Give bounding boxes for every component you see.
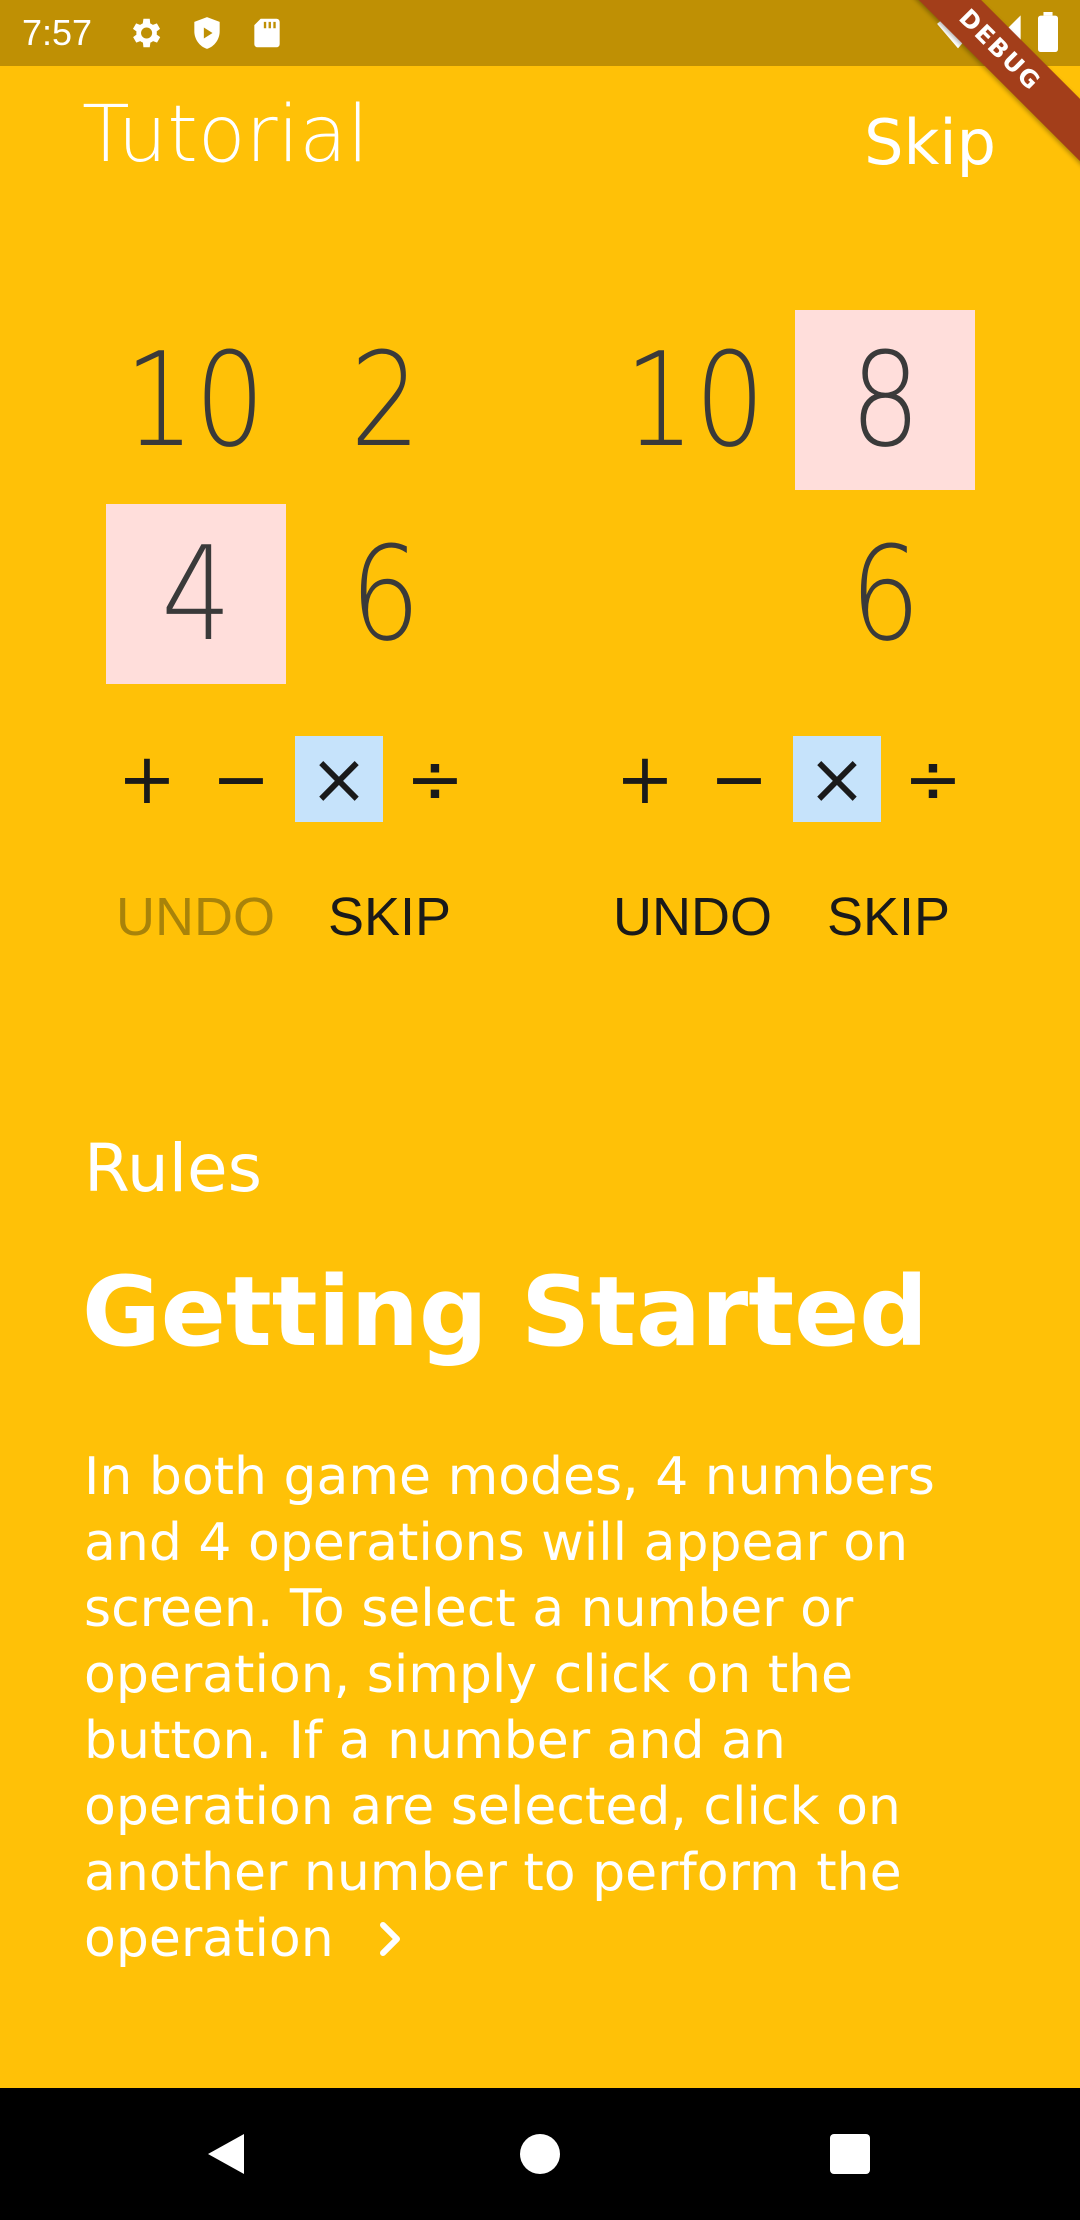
gear-icon	[126, 14, 164, 52]
back-icon[interactable]	[166, 2088, 286, 2220]
undo-button[interactable]: UNDO	[116, 890, 275, 944]
recents-icon[interactable]	[790, 2088, 910, 2220]
number-tile[interactable]: 6	[295, 504, 475, 684]
home-icon[interactable]	[480, 2088, 600, 2220]
divide-button[interactable]: ÷	[391, 736, 479, 822]
sd-card-icon	[248, 14, 286, 52]
page-title: Tutorial	[82, 90, 369, 180]
plus-button[interactable]: +	[601, 736, 689, 822]
divide-button[interactable]: ÷	[889, 736, 977, 822]
shield-play-icon	[188, 14, 226, 52]
minus-button[interactable]: −	[695, 736, 783, 822]
actions-row: UNDO SKIP	[85, 890, 585, 960]
chevron-right-icon[interactable]	[376, 1909, 406, 1975]
number-tile[interactable]: 10	[605, 310, 785, 490]
number-tile-selected[interactable]: 8	[795, 310, 975, 490]
plus-button[interactable]: +	[103, 736, 191, 822]
navigation-bar	[0, 2088, 1080, 2220]
number-tile[interactable]: 10	[105, 310, 285, 490]
undo-button[interactable]: UNDO	[613, 890, 772, 944]
number-tile[interactable]: 6	[795, 504, 975, 684]
rules-heading: Getting Started	[82, 1256, 928, 1368]
operations-row: + − × ÷	[85, 736, 585, 826]
operations-row: + − × ÷	[583, 736, 1080, 826]
skip-button[interactable]: SKIP	[328, 890, 451, 944]
skip-tutorial-button[interactable]: Skip	[864, 112, 996, 174]
demo-panel-right: 10 8 6 + − × ÷ UNDO SKIP	[583, 300, 1080, 980]
multiply-button-selected[interactable]: ×	[793, 736, 881, 822]
rules-body-text: In both game modes, 4 numbers and 4 oper…	[84, 1447, 935, 1969]
minus-button[interactable]: −	[197, 736, 285, 822]
multiply-button-selected[interactable]: ×	[295, 736, 383, 822]
number-tile-selected[interactable]: 4	[106, 504, 286, 684]
actions-row: UNDO SKIP	[583, 890, 1080, 960]
rules-body: In both game modes, 4 numbers and 4 oper…	[84, 1444, 1024, 1975]
status-time: 7:57	[22, 12, 93, 53]
demo-panel-left: 10 2 4 6 + − × ÷ UNDO SKIP	[85, 300, 585, 980]
skip-button[interactable]: SKIP	[827, 890, 950, 944]
number-tile[interactable]: 2	[295, 310, 475, 490]
rules-label: Rules	[84, 1130, 263, 1207]
